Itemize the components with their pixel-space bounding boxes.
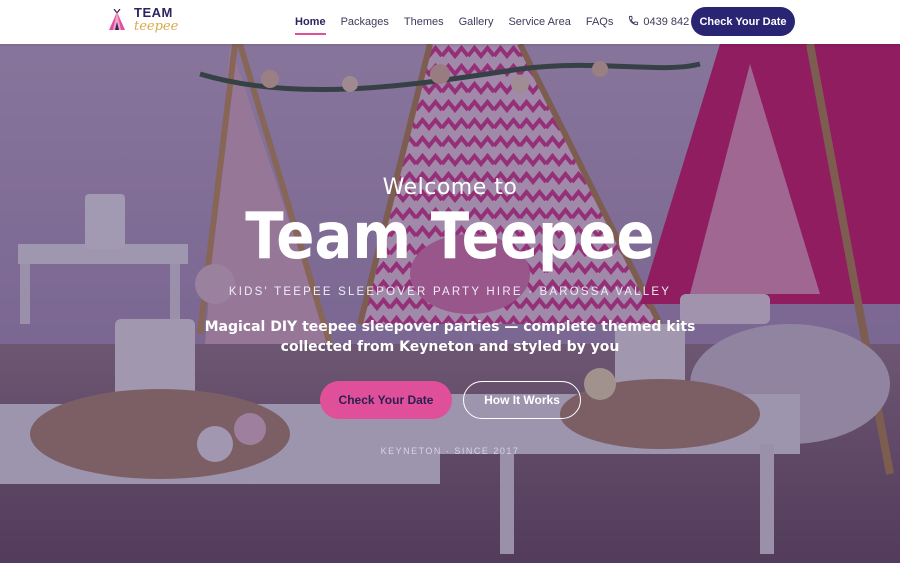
hero-content: Welcome to Team Teepee KIDS' TEEPEE SLEE… — [0, 44, 900, 563]
hero-subtitle-line1: Magical DIY teepee sleepover parties — c… — [204, 319, 696, 335]
brand-logo[interactable]: TEAM teepee — [108, 6, 178, 33]
nav-gallery[interactable]: Gallery — [459, 16, 494, 28]
brand-name-line1: TEAM — [134, 5, 173, 20]
hero-welcome-text: Welcome to — [382, 175, 518, 200]
site-header: TEAM teepee Home Packages Themes Gallery… — [0, 0, 900, 44]
hero-tagline: KIDS' TEEPEE SLEEPOVER PARTY HIRE · BARO… — [228, 286, 672, 298]
hero-subtitle-line2: collected from Keyneton and styled by yo… — [280, 339, 620, 355]
hero-footnote: KEYNETON · SINCE 2017 — [380, 446, 520, 456]
teepee-logo-icon — [108, 8, 126, 31]
brand-name-line2: teepee — [134, 19, 179, 34]
nav-packages[interactable]: Packages — [341, 16, 389, 28]
nav-service-area[interactable]: Service Area — [508, 16, 570, 28]
nav-faqs[interactable]: FAQs — [586, 16, 614, 28]
how-it-works-button[interactable]: How It Works — [463, 381, 581, 419]
hero-check-date-button[interactable]: Check Your Date — [320, 381, 452, 419]
phone-icon — [628, 15, 643, 29]
hero-subtitle: Magical DIY teepee sleepover parties — c… — [200, 317, 700, 357]
main-nav: Home Packages Themes Gallery Service Are… — [295, 0, 711, 44]
nav-themes[interactable]: Themes — [404, 16, 444, 28]
header-check-date-button[interactable]: Check Your Date — [691, 7, 795, 36]
hero-title: Team Teepee — [245, 200, 655, 274]
nav-home[interactable]: Home — [295, 16, 326, 35]
hero-section: Welcome to Team Teepee KIDS' TEEPEE SLEE… — [0, 44, 900, 563]
